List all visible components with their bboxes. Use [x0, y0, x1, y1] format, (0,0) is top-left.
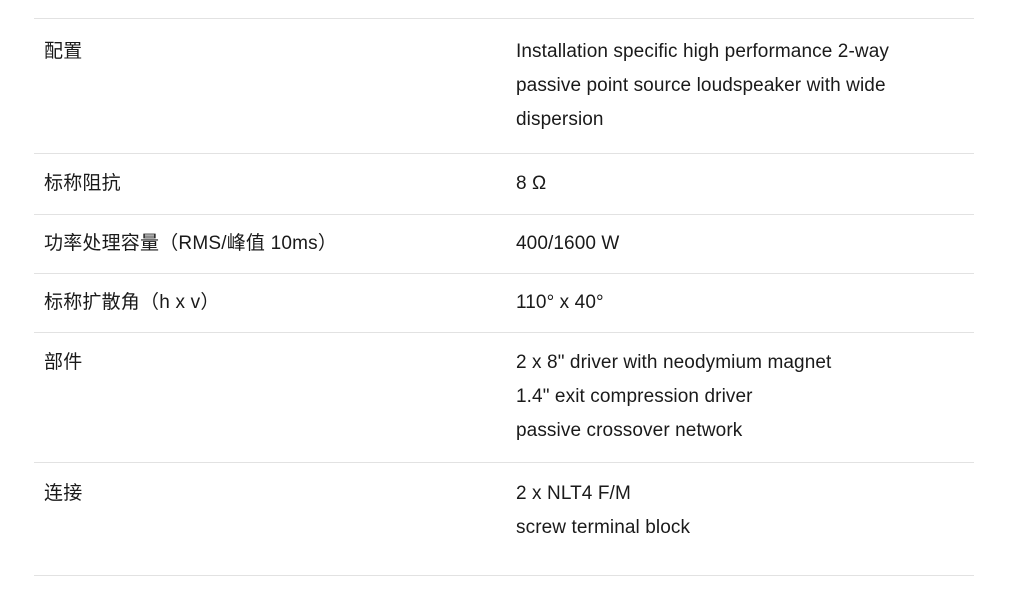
- spec-label-impedance: 标称阻抗: [44, 173, 121, 194]
- table-row: 连接 2 x NLT4 F/M screw terminal block: [34, 463, 974, 576]
- table-row: 部件 2 x 8" driver with neodymium magnet 1…: [34, 333, 974, 463]
- table-row: 标称扩散角（h x v） 110° x 40°: [34, 274, 974, 333]
- spec-label-power: 功率处理容量（RMS/峰值 10ms）: [44, 233, 338, 254]
- spec-value-dispersion: 110° x 40°: [516, 274, 974, 332]
- spec-value-line: 1.4" exit compression driver: [516, 386, 753, 407]
- spec-value-line: 2 x NLT4 F/M: [516, 483, 631, 504]
- spec-value-line: 2 x 8" driver with neodymium magnet: [516, 352, 832, 373]
- spec-value-line: 110° x 40°: [516, 292, 604, 313]
- spec-value-line: Installation specific high performance 2…: [516, 41, 889, 130]
- spec-value-line: screw terminal block: [516, 517, 691, 538]
- specifications-table: 配置 Installation specific high performanc…: [34, 18, 974, 576]
- table-row: 标称阻抗 8 Ω: [34, 154, 974, 215]
- table-row: 功率处理容量（RMS/峰值 10ms） 400/1600 W: [34, 215, 974, 274]
- spec-label-config: 配置: [44, 41, 83, 62]
- spec-value-impedance: 8 Ω: [516, 154, 974, 214]
- spec-value-line: passive crossover network: [516, 420, 743, 441]
- spec-value-power: 400/1600 W: [516, 215, 974, 273]
- spec-value-components: 2 x 8" driver with neodymium magnet 1.4"…: [516, 333, 974, 462]
- spec-label-dispersion: 标称扩散角（h x v）: [44, 292, 220, 313]
- spec-label-components: 部件: [44, 352, 83, 373]
- table-row: 配置 Installation specific high performanc…: [34, 19, 974, 154]
- spec-value-line: 400/1600 W: [516, 233, 620, 254]
- spec-value-connections: 2 x NLT4 F/M screw terminal block: [516, 463, 974, 575]
- spec-value-line: 8 Ω: [516, 173, 547, 194]
- spec-value-config: Installation specific high performance 2…: [516, 19, 974, 153]
- spec-label-connections: 连接: [44, 483, 83, 504]
